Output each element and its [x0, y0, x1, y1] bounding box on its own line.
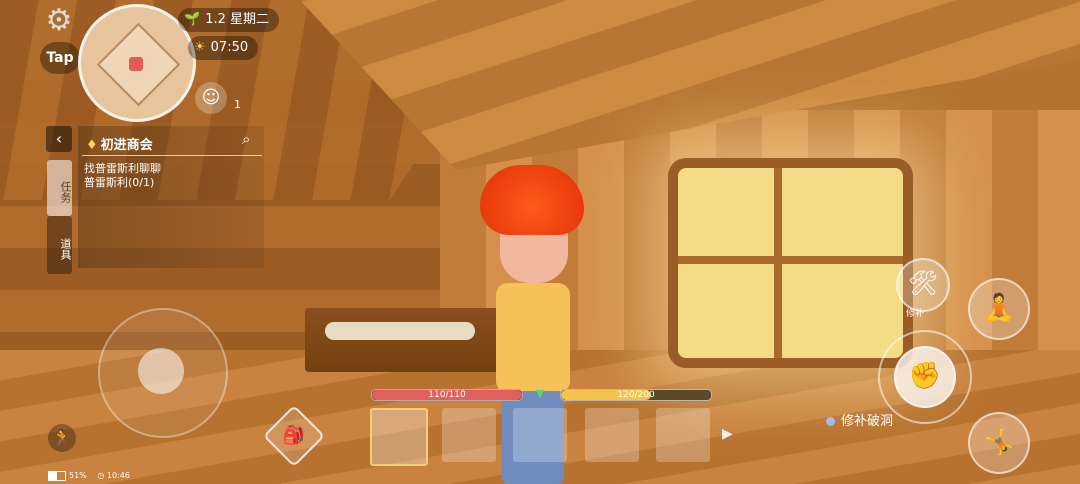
repair-tools-icon[interactable]: 🛠	[896, 258, 950, 312]
collapse-panel-chevron-left-icon[interactable]: ‹	[46, 126, 72, 152]
pose-action-icon[interactable]: 🧘	[968, 278, 1030, 340]
friend-count: 1	[234, 98, 241, 111]
joystick-knob[interactable]	[138, 348, 184, 394]
tab-items[interactable]: 道具	[47, 216, 72, 274]
backpack-icon: 🎒	[282, 425, 306, 446]
date-display: 🌱 1.2 星期二	[178, 8, 279, 32]
quest-objective: 找普雷斯利聊聊	[84, 162, 161, 175]
quest-search-icon[interactable]: ⌕	[242, 130, 250, 148]
window-frame	[774, 168, 782, 358]
action-hint[interactable]: 修补破洞	[826, 410, 893, 429]
quest-title[interactable]: ♦ 初进商会	[86, 134, 153, 153]
repair-label: 修补	[906, 309, 925, 319]
quest-description[interactable]: 找普雷斯利聊聊 普雷斯利(0/1)	[84, 162, 161, 190]
tab-tasks[interactable]: 任务	[47, 160, 72, 216]
main-action-hand-icon[interactable]: ✊	[894, 346, 956, 408]
stamina-bar: 120/200	[560, 389, 712, 401]
time-text: 07:50	[210, 40, 249, 55]
stamina-text: 120/200	[617, 390, 655, 400]
character-shirt	[496, 283, 570, 393]
quest-pin-icon: ♦	[86, 138, 98, 153]
quest-title-text: 初进商会	[100, 138, 153, 153]
sun-icon: ☀	[194, 40, 206, 55]
hotbar-slot[interactable]	[656, 408, 710, 462]
health-bar: 110/110	[371, 389, 523, 401]
settings-gear-icon[interactable]: ⚙	[42, 4, 76, 38]
device-status: 51% ◷ 10:46	[48, 470, 130, 482]
hint-dot-icon	[826, 417, 835, 426]
clock-text: 10:46	[106, 471, 130, 480]
interact-icon[interactable]: 🤸	[968, 412, 1030, 474]
date-text: 1.2 星期二	[205, 12, 269, 27]
time-display: ☀ 07:50	[188, 36, 259, 60]
hotbar-slot[interactable]	[585, 408, 639, 462]
sprint-running-icon[interactable]: 🏃	[48, 424, 76, 452]
action-hint-text: 修补破洞	[841, 414, 894, 429]
window-frame	[678, 256, 903, 264]
minimap-player-marker	[129, 57, 143, 71]
battery-icon	[48, 470, 66, 481]
friend-avatar-icon[interactable]: ☺	[195, 82, 227, 114]
hotbar-slot[interactable]	[370, 408, 428, 466]
hotbar-slot[interactable]	[442, 408, 496, 462]
tap-button[interactable]: Tap	[40, 42, 80, 74]
broken-window[interactable]	[668, 158, 913, 368]
quest-divider	[82, 155, 262, 156]
level-gem-icon: ▼	[535, 387, 545, 400]
battery-text: 51%	[69, 471, 87, 480]
hotbar-next-arrow-icon[interactable]: ▶	[722, 426, 733, 442]
sprout-icon: 🌱	[184, 12, 201, 27]
health-text: 110/110	[428, 390, 466, 400]
clock-icon: ◷	[97, 471, 105, 480]
hotbar-slot[interactable]	[513, 408, 567, 462]
quest-progress: 普雷斯利(0/1)	[84, 176, 155, 189]
character-hair	[480, 165, 584, 235]
